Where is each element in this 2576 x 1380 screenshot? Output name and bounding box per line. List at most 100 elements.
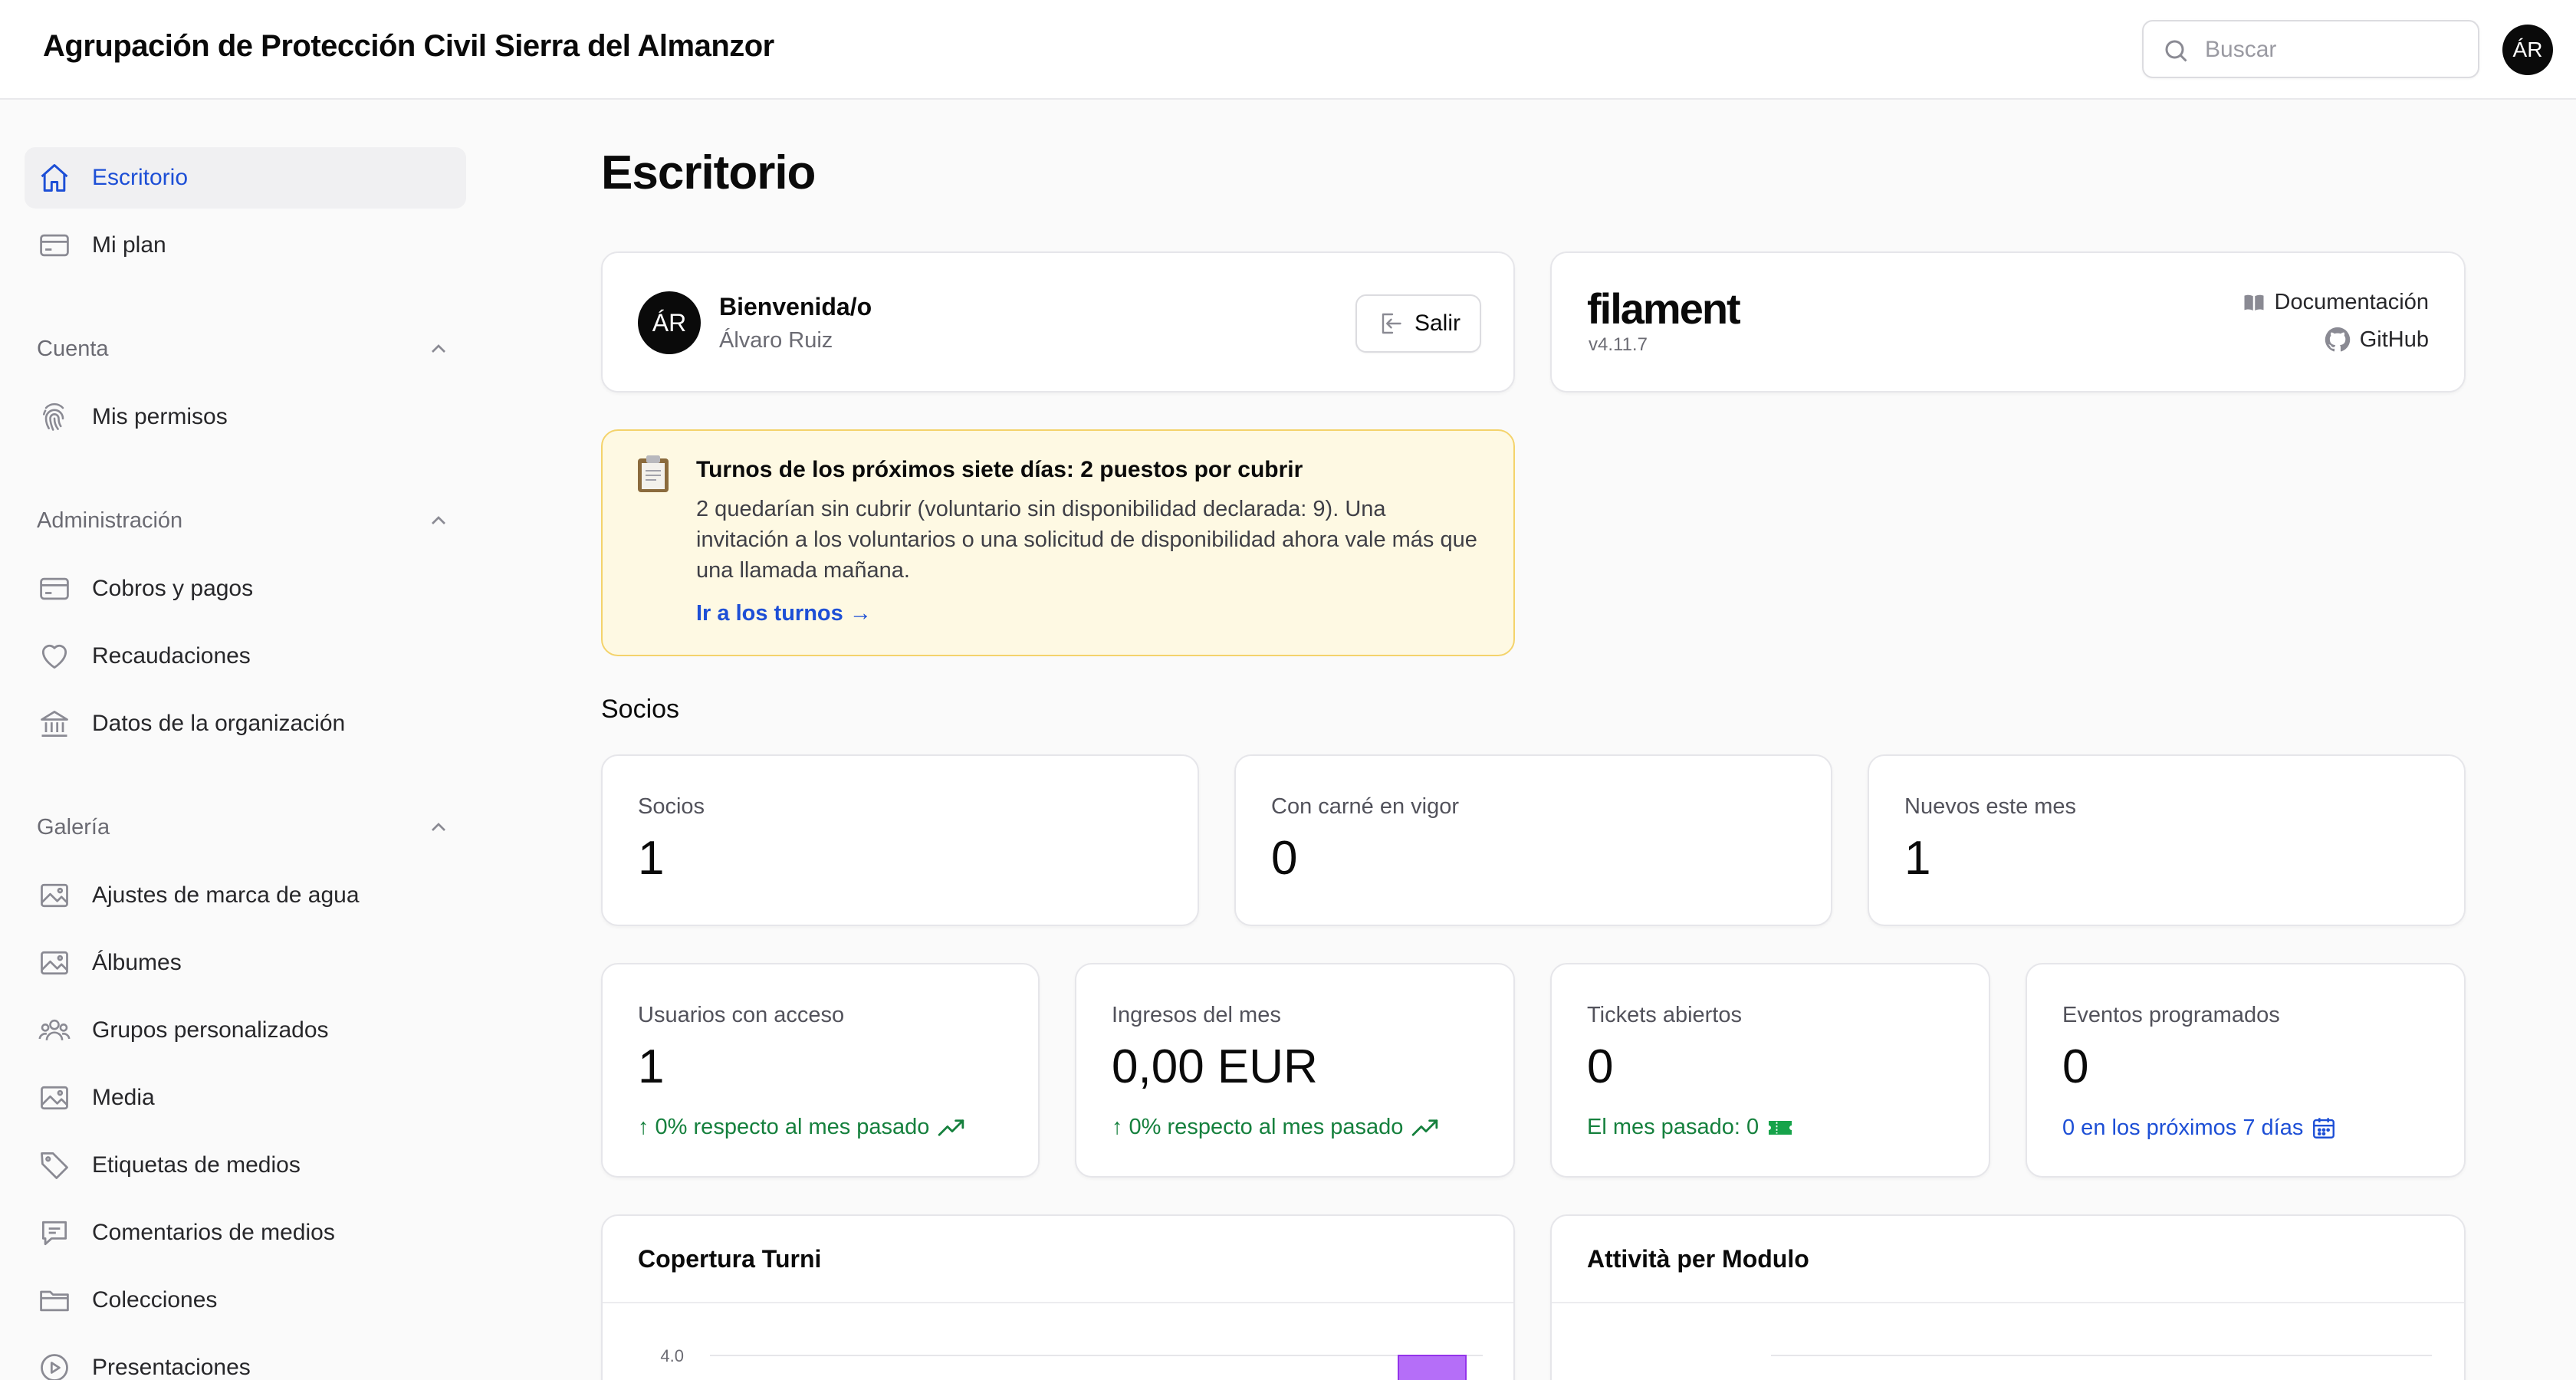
- sidebar: Escritorio Mi plan Cuenta Mis permisos A…: [0, 100, 491, 1380]
- stat-card-ingresos-mes: Ingresos del mes 0,00 EUR ↑ 0% respecto …: [1075, 963, 1515, 1178]
- sidebar-item-marca-de-agua[interactable]: Ajustes de marca de agua: [25, 865, 466, 926]
- sidebar-item-label: Datos de la organización: [92, 711, 346, 736]
- stat-value: 1: [638, 832, 665, 885]
- sidebar-item-label: Media: [92, 1085, 155, 1110]
- sidebar-item-etiquetas-de-medios[interactable]: Etiquetas de medios: [25, 1135, 466, 1196]
- github-icon: [2325, 327, 2350, 352]
- sidebar-item-comentarios-de-medios[interactable]: Comentarios de medios: [25, 1202, 466, 1263]
- book-icon: [2244, 294, 2263, 310]
- stat-card-usuarios-acceso: Usuarios con acceso 1 ↑ 0% respecto al m…: [601, 963, 1040, 1178]
- sidebar-item-albumes[interactable]: Álbumes: [25, 932, 466, 994]
- stat-card-carne-vigor: Con carné en vigor 0: [1234, 754, 1832, 926]
- group-cuenta-header[interactable]: Cuenta: [37, 330, 451, 368]
- users-icon: [37, 1013, 72, 1048]
- image-icon: [37, 945, 72, 981]
- group-administracion-header[interactable]: Administración: [37, 501, 451, 540]
- section-title-socios: Socios: [601, 695, 680, 724]
- stat-card-socios: Socios 1: [601, 754, 1199, 926]
- documentation-label: Documentación: [2274, 290, 2430, 314]
- activity-chart: [1771, 1355, 2432, 1356]
- shifts-alert: Turnos de los próximos siete días: 2 pue…: [601, 429, 1515, 656]
- logout-icon: [1382, 313, 1401, 334]
- logout-button[interactable]: Salir: [1355, 294, 1481, 353]
- search-input[interactable]: [2205, 32, 2466, 67]
- stat-description: 0 en los próximos 7 días: [2062, 1115, 2337, 1141]
- group-label: Cuenta: [37, 336, 109, 361]
- stat-value: 1: [638, 1040, 665, 1093]
- fingerprint-icon: [37, 399, 72, 435]
- image-icon: [37, 1080, 72, 1116]
- group-label: Administración: [37, 508, 183, 533]
- sidebar-item-label: Presentaciones: [92, 1355, 251, 1380]
- sidebar-item-mi-plan[interactable]: Mi plan: [25, 215, 466, 276]
- filament-logo: filament: [1587, 284, 1741, 333]
- home-icon: [37, 160, 72, 196]
- logout-label: Salir: [1414, 310, 1460, 336]
- stat-value: 0,00 EUR: [1112, 1040, 1318, 1093]
- sidebar-item-mis-permisos[interactable]: Mis permisos: [25, 386, 466, 448]
- sidebar-item-datos-organizacion[interactable]: Datos de la organización: [25, 693, 466, 754]
- folder-icon: [37, 1283, 72, 1318]
- sidebar-item-cobros-y-pagos[interactable]: Cobros y pagos: [25, 558, 466, 619]
- credit-card-icon: [37, 571, 72, 606]
- chat-icon: [37, 1215, 72, 1250]
- sidebar-item-label: Grupos personalizados: [92, 1017, 329, 1043]
- stat-card-eventos-programados: Eventos programados 0 0 en los próximos …: [2026, 963, 2466, 1178]
- stat-label: Eventos programados: [2062, 1003, 2280, 1027]
- group-label: Galería: [37, 814, 110, 840]
- sidebar-item-label: Mi plan: [92, 232, 166, 258]
- calendar-icon: [2313, 1118, 2335, 1138]
- sidebar-item-label: Cobros y pagos: [92, 576, 254, 601]
- ticket-icon: [1769, 1120, 1792, 1135]
- chart-card-attivita-modulo: Attività per Modulo: [1550, 1214, 2466, 1380]
- github-link[interactable]: GitHub: [2323, 325, 2429, 354]
- stat-label: Tickets abiertos: [1587, 1003, 1742, 1027]
- sidebar-item-presentaciones[interactable]: Presentaciones: [25, 1337, 466, 1380]
- image-icon: [37, 878, 72, 913]
- coverage-chart: 4.0: [660, 1346, 1483, 1380]
- sidebar-item-media[interactable]: Media: [25, 1067, 466, 1129]
- sidebar-item-label: Álbumes: [92, 950, 182, 975]
- stat-value: 0: [1271, 832, 1298, 885]
- stat-label: Ingresos del mes: [1112, 1003, 1281, 1027]
- sidebar-item-grupos-personalizados[interactable]: Grupos personalizados: [25, 1000, 466, 1061]
- welcome-card: ÁR Bienvenida/o Álvaro Ruiz Salir: [601, 251, 1515, 393]
- stat-description: ↑ 0% respecto al mes pasado: [638, 1115, 968, 1140]
- sidebar-item-label: Mis permisos: [92, 404, 228, 429]
- stat-label: Con carné en vigor: [1271, 794, 1460, 819]
- page-title: Escritorio: [601, 146, 816, 199]
- chevron-up-icon[interactable]: [426, 508, 451, 533]
- sidebar-item-colecciones[interactable]: Colecciones: [25, 1270, 466, 1331]
- sidebar-item-label: Etiquetas de medios: [92, 1152, 301, 1178]
- stat-label: Nuevos este mes: [1904, 794, 2077, 819]
- stat-label: Usuarios con acceso: [638, 1003, 845, 1027]
- chart-bar: [1398, 1355, 1467, 1380]
- app-title[interactable]: Agrupación de Protección Civil Sierra de…: [43, 29, 774, 64]
- clipboard-icon: [638, 455, 669, 492]
- heart-icon: [37, 639, 72, 674]
- avatar: ÁR: [638, 291, 701, 354]
- sidebar-item-escritorio[interactable]: Escritorio: [25, 147, 466, 209]
- group-galeria-header[interactable]: Galería: [37, 808, 451, 846]
- go-to-shifts-link[interactable]: Ir a los turnos →: [696, 601, 872, 626]
- documentation-link[interactable]: Documentación: [2241, 290, 2430, 315]
- alert-title: Turnos de los próximos siete días: 2 pue…: [696, 457, 1303, 482]
- search-box[interactable]: [2142, 20, 2479, 78]
- sidebar-item-label: Recaudaciones: [92, 643, 251, 669]
- stat-description: ↑ 0% respecto al mes pasado: [1112, 1115, 1441, 1140]
- sidebar-item-label: Comentarios de medios: [92, 1220, 335, 1245]
- sidebar-item-label: Colecciones: [92, 1287, 218, 1313]
- chevron-up-icon[interactable]: [426, 337, 451, 361]
- welcome-title: Bienvenida/o: [719, 293, 872, 320]
- stat-value: 0: [2062, 1040, 2089, 1093]
- chevron-up-icon[interactable]: [426, 815, 451, 840]
- stat-value: 0: [1587, 1040, 1614, 1093]
- sidebar-item-label: Escritorio: [92, 165, 189, 190]
- play-icon: [37, 1350, 72, 1380]
- user-avatar[interactable]: ÁR: [2502, 25, 2553, 75]
- sidebar-item-recaudaciones[interactable]: Recaudaciones: [25, 626, 466, 687]
- alert-body: 2 quedarían sin cubrir (voluntario sin d…: [696, 497, 1477, 583]
- trending-up-icon: [1412, 1119, 1438, 1136]
- stat-description: El mes pasado: 0: [1587, 1115, 1794, 1140]
- bank-icon: [37, 706, 72, 741]
